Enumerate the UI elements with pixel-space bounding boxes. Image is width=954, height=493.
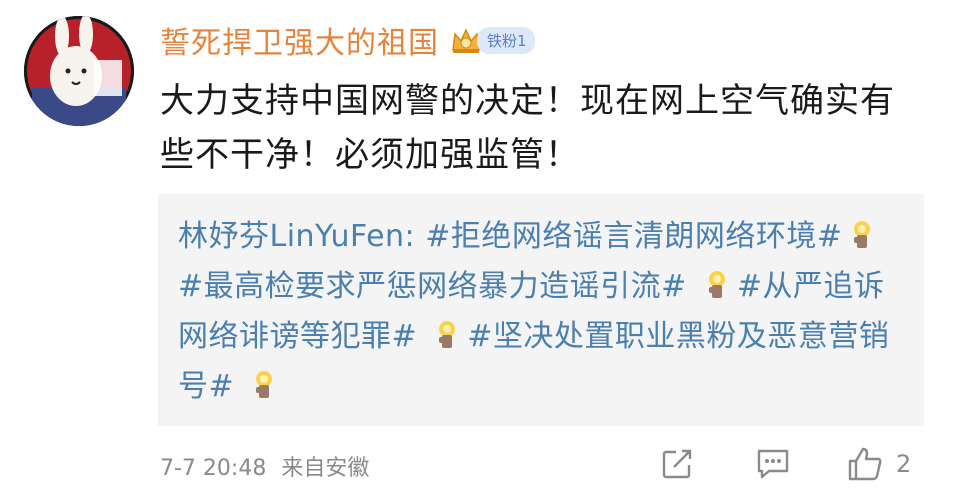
candle-icon xyxy=(256,371,273,398)
like-button[interactable]: 2 xyxy=(846,446,911,482)
candle-icon xyxy=(439,321,456,348)
like-icon xyxy=(848,447,882,481)
candle-icon xyxy=(708,271,725,298)
avatar-image xyxy=(24,16,134,126)
candle-icon xyxy=(854,221,871,248)
repost-box[interactable]: 林妤芬LinYuFen: #拒绝网络谣言清朗网络环境# #最高检要求严惩网络暴力造… xyxy=(158,194,924,426)
post-meta: 7-7 20:48 来自安徽 xyxy=(160,450,369,482)
repost-author[interactable]: 林妤芬LinYuFen: xyxy=(178,219,415,254)
post-source: 来自安徽 xyxy=(281,456,370,481)
comment-icon xyxy=(757,449,789,479)
like-count: 2 xyxy=(896,450,912,478)
fan-badge-label: 铁粉1 xyxy=(477,26,535,54)
hashtag-link[interactable]: #最高检要求严惩网络暴力造谣引流# xyxy=(178,269,687,304)
comment-button[interactable] xyxy=(755,446,791,482)
post-text: 大力支持中国网警的决定！现在网上空气确实有些不干净！必须加强监管！ xyxy=(160,81,895,175)
fan-badge[interactable]: 铁粉1 xyxy=(449,24,535,56)
username[interactable]: 誓死捍卫强大的祖国 xyxy=(160,18,439,62)
hashtag-link[interactable]: #拒绝网络谣言清朗网络环境# xyxy=(425,219,842,254)
share-icon xyxy=(662,449,692,479)
share-button[interactable] xyxy=(660,446,694,482)
avatar[interactable] xyxy=(24,16,134,126)
repost-text: 林妤芬LinYuFen: #拒绝网络谣言清朗网络环境# #最高检要求严惩网络暴力造… xyxy=(178,212,908,412)
timestamp: 7-7 20:48 xyxy=(160,456,267,481)
username-row: 誓死捍卫强大的祖国 铁粉1 xyxy=(160,18,535,62)
